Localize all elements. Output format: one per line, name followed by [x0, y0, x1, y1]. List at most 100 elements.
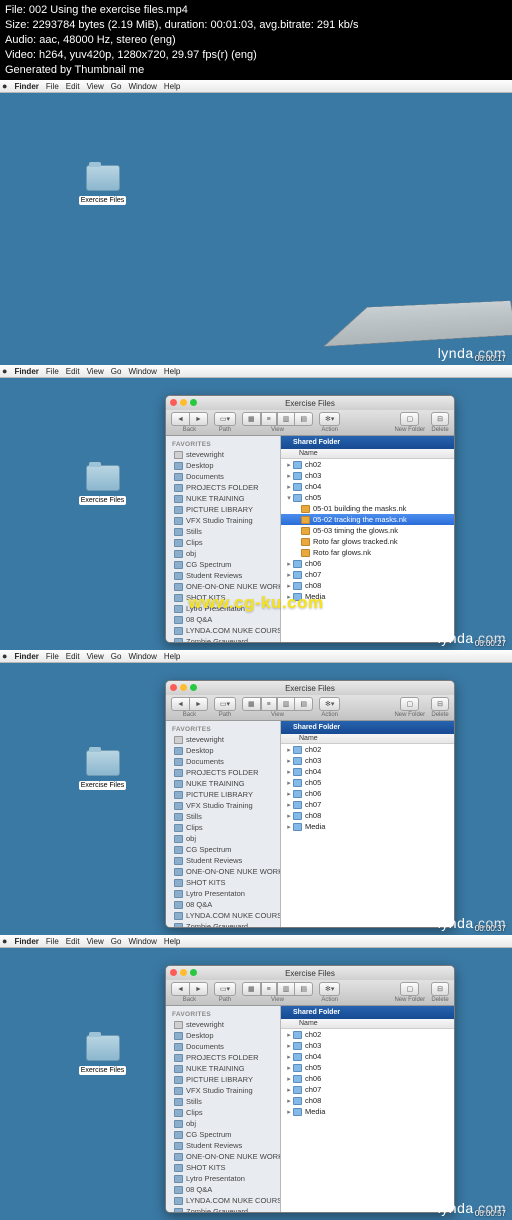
zoom-icon[interactable] [190, 399, 197, 406]
sidebar-item[interactable]: Stills [166, 811, 280, 822]
disclosure-arrow-icon[interactable] [285, 1053, 293, 1061]
menu-item[interactable]: Go [111, 82, 122, 91]
sidebar-item[interactable]: Documents [166, 471, 280, 482]
disclosure-arrow-icon[interactable] [285, 823, 293, 831]
file-row[interactable]: ch04 [281, 766, 454, 777]
file-row[interactable]: ch03 [281, 1040, 454, 1051]
file-row[interactable]: ch04 [281, 1051, 454, 1062]
sidebar-item[interactable]: obj [166, 833, 280, 844]
sidebar-item[interactable]: obj [166, 548, 280, 559]
new-folder-button[interactable]: ▢ [400, 412, 419, 426]
sidebar-item[interactable]: Clips [166, 1107, 280, 1118]
path-button[interactable]: ▭▾ [214, 412, 236, 426]
file-row[interactable]: ch05 [281, 492, 454, 503]
disclosure-arrow-icon[interactable] [285, 582, 293, 590]
menu-item[interactable]: Edit [66, 367, 80, 376]
file-row[interactable]: ch05 [281, 1062, 454, 1073]
sidebar-item[interactable]: PICTURE LIBRARY [166, 1074, 280, 1085]
sidebar-item[interactable]: VFX Studio Training [166, 1085, 280, 1096]
delete-button[interactable]: ⊟ [431, 697, 449, 711]
sidebar-item[interactable]: stevewright [166, 734, 280, 745]
file-row[interactable]: ch03 [281, 470, 454, 481]
sidebar-item[interactable]: 08 Q&A [166, 1184, 280, 1195]
sidebar-item[interactable]: PICTURE LIBRARY [166, 504, 280, 515]
zoom-icon[interactable] [190, 969, 197, 976]
sidebar-item[interactable]: Zombie Graveyard [166, 636, 280, 642]
sidebar-item[interactable]: stevewright [166, 449, 280, 460]
sidebar-item[interactable]: CG Spectrum [166, 559, 280, 570]
menu-item[interactable]: File [46, 367, 59, 376]
disclosure-arrow-icon[interactable] [285, 560, 293, 568]
minimize-icon[interactable] [180, 399, 187, 406]
disclosure-arrow-icon[interactable] [285, 768, 293, 776]
menu-item[interactable]: File [46, 652, 59, 661]
app-name[interactable]: Finder [14, 82, 38, 91]
file-row[interactable]: ch02 [281, 744, 454, 755]
finder-window[interactable]: Exercise Files ◄►Back ▭▾Path ▦≡▥▤View ✻▾… [165, 965, 455, 1213]
action-button[interactable]: ✻▾ [319, 412, 340, 426]
sidebar-item[interactable]: Lytro Presentaton [166, 888, 280, 899]
file-row[interactable]: ch02 [281, 459, 454, 470]
sidebar-item[interactable]: NUKE TRAINING [166, 1063, 280, 1074]
path-button[interactable]: ▭▾ [214, 982, 236, 996]
new-folder-button[interactable]: ▢ [400, 982, 419, 996]
apple-icon[interactable] [2, 81, 7, 91]
path-button[interactable]: ▭▾ [214, 697, 236, 711]
disclosure-arrow-icon[interactable] [285, 1097, 293, 1105]
disclosure-arrow-icon[interactable] [285, 571, 293, 579]
sidebar-item[interactable]: Desktop [166, 745, 280, 756]
desktop-folder[interactable]: Exercise Files [75, 465, 130, 505]
file-row[interactable]: ch06 [281, 1073, 454, 1084]
apple-icon[interactable] [2, 936, 7, 946]
sidebar-item[interactable]: Student Reviews [166, 1140, 280, 1151]
apple-icon[interactable] [2, 366, 7, 376]
file-row[interactable]: 05-03 timing the glows.nk [281, 525, 454, 536]
sidebar-item[interactable]: LYNDA.COM NUKE COURSES [166, 910, 280, 921]
file-row[interactable]: ch08 [281, 810, 454, 821]
menu-item[interactable]: Window [128, 937, 156, 946]
sidebar-item[interactable]: Documents [166, 756, 280, 767]
disclosure-arrow-icon[interactable] [285, 801, 293, 809]
new-folder-button[interactable]: ▢ [400, 697, 419, 711]
delete-button[interactable]: ⊟ [431, 412, 449, 426]
desktop-folder[interactable]: Exercise Files [75, 1035, 130, 1075]
menu-item[interactable]: Help [164, 652, 180, 661]
file-row[interactable]: ch08 [281, 1095, 454, 1106]
disclosure-arrow-icon[interactable] [285, 472, 293, 480]
file-row[interactable]: ch02 [281, 1029, 454, 1040]
disclosure-arrow-icon[interactable] [285, 1108, 293, 1116]
sidebar-item[interactable]: SHOT KITS [166, 1162, 280, 1173]
menu-item[interactable]: Go [111, 652, 122, 661]
sidebar-item[interactable]: Student Reviews [166, 570, 280, 581]
sidebar-item[interactable]: obj [166, 1118, 280, 1129]
close-icon[interactable] [170, 969, 177, 976]
file-row[interactable]: ch05 [281, 777, 454, 788]
menu-item[interactable]: Help [164, 82, 180, 91]
disclosure-arrow-icon[interactable] [285, 483, 293, 491]
close-icon[interactable] [170, 684, 177, 691]
sidebar-item[interactable]: NUKE TRAINING [166, 493, 280, 504]
disclosure-arrow-icon[interactable] [285, 1042, 293, 1050]
menu-item[interactable]: Window [128, 367, 156, 376]
file-row[interactable]: Media [281, 821, 454, 832]
file-row[interactable]: ch04 [281, 481, 454, 492]
menu-item[interactable]: Go [111, 937, 122, 946]
disclosure-arrow-icon[interactable] [285, 812, 293, 820]
menu-item[interactable]: View [87, 367, 104, 376]
file-row[interactable]: Roto far glows tracked.nk [281, 536, 454, 547]
sidebar-item[interactable]: PICTURE LIBRARY [166, 789, 280, 800]
sidebar-item[interactable]: 08 Q&A [166, 899, 280, 910]
sidebar-item[interactable]: PROJECTS FOLDER [166, 482, 280, 493]
name-header[interactable]: Name [281, 734, 454, 744]
file-row[interactable]: Roto far glows.nk [281, 547, 454, 558]
sidebar-item[interactable]: VFX Studio Training [166, 515, 280, 526]
zoom-icon[interactable] [190, 684, 197, 691]
app-name[interactable]: Finder [14, 937, 38, 946]
sidebar-item[interactable]: LYNDA.COM NUKE COURSES [166, 625, 280, 636]
file-row[interactable]: ch08 [281, 580, 454, 591]
nav-buttons[interactable]: ◄► [171, 982, 208, 996]
menu-item[interactable]: View [87, 82, 104, 91]
file-row[interactable]: ch06 [281, 558, 454, 569]
nav-buttons[interactable]: ◄► [171, 697, 208, 711]
apple-icon[interactable] [2, 651, 7, 661]
